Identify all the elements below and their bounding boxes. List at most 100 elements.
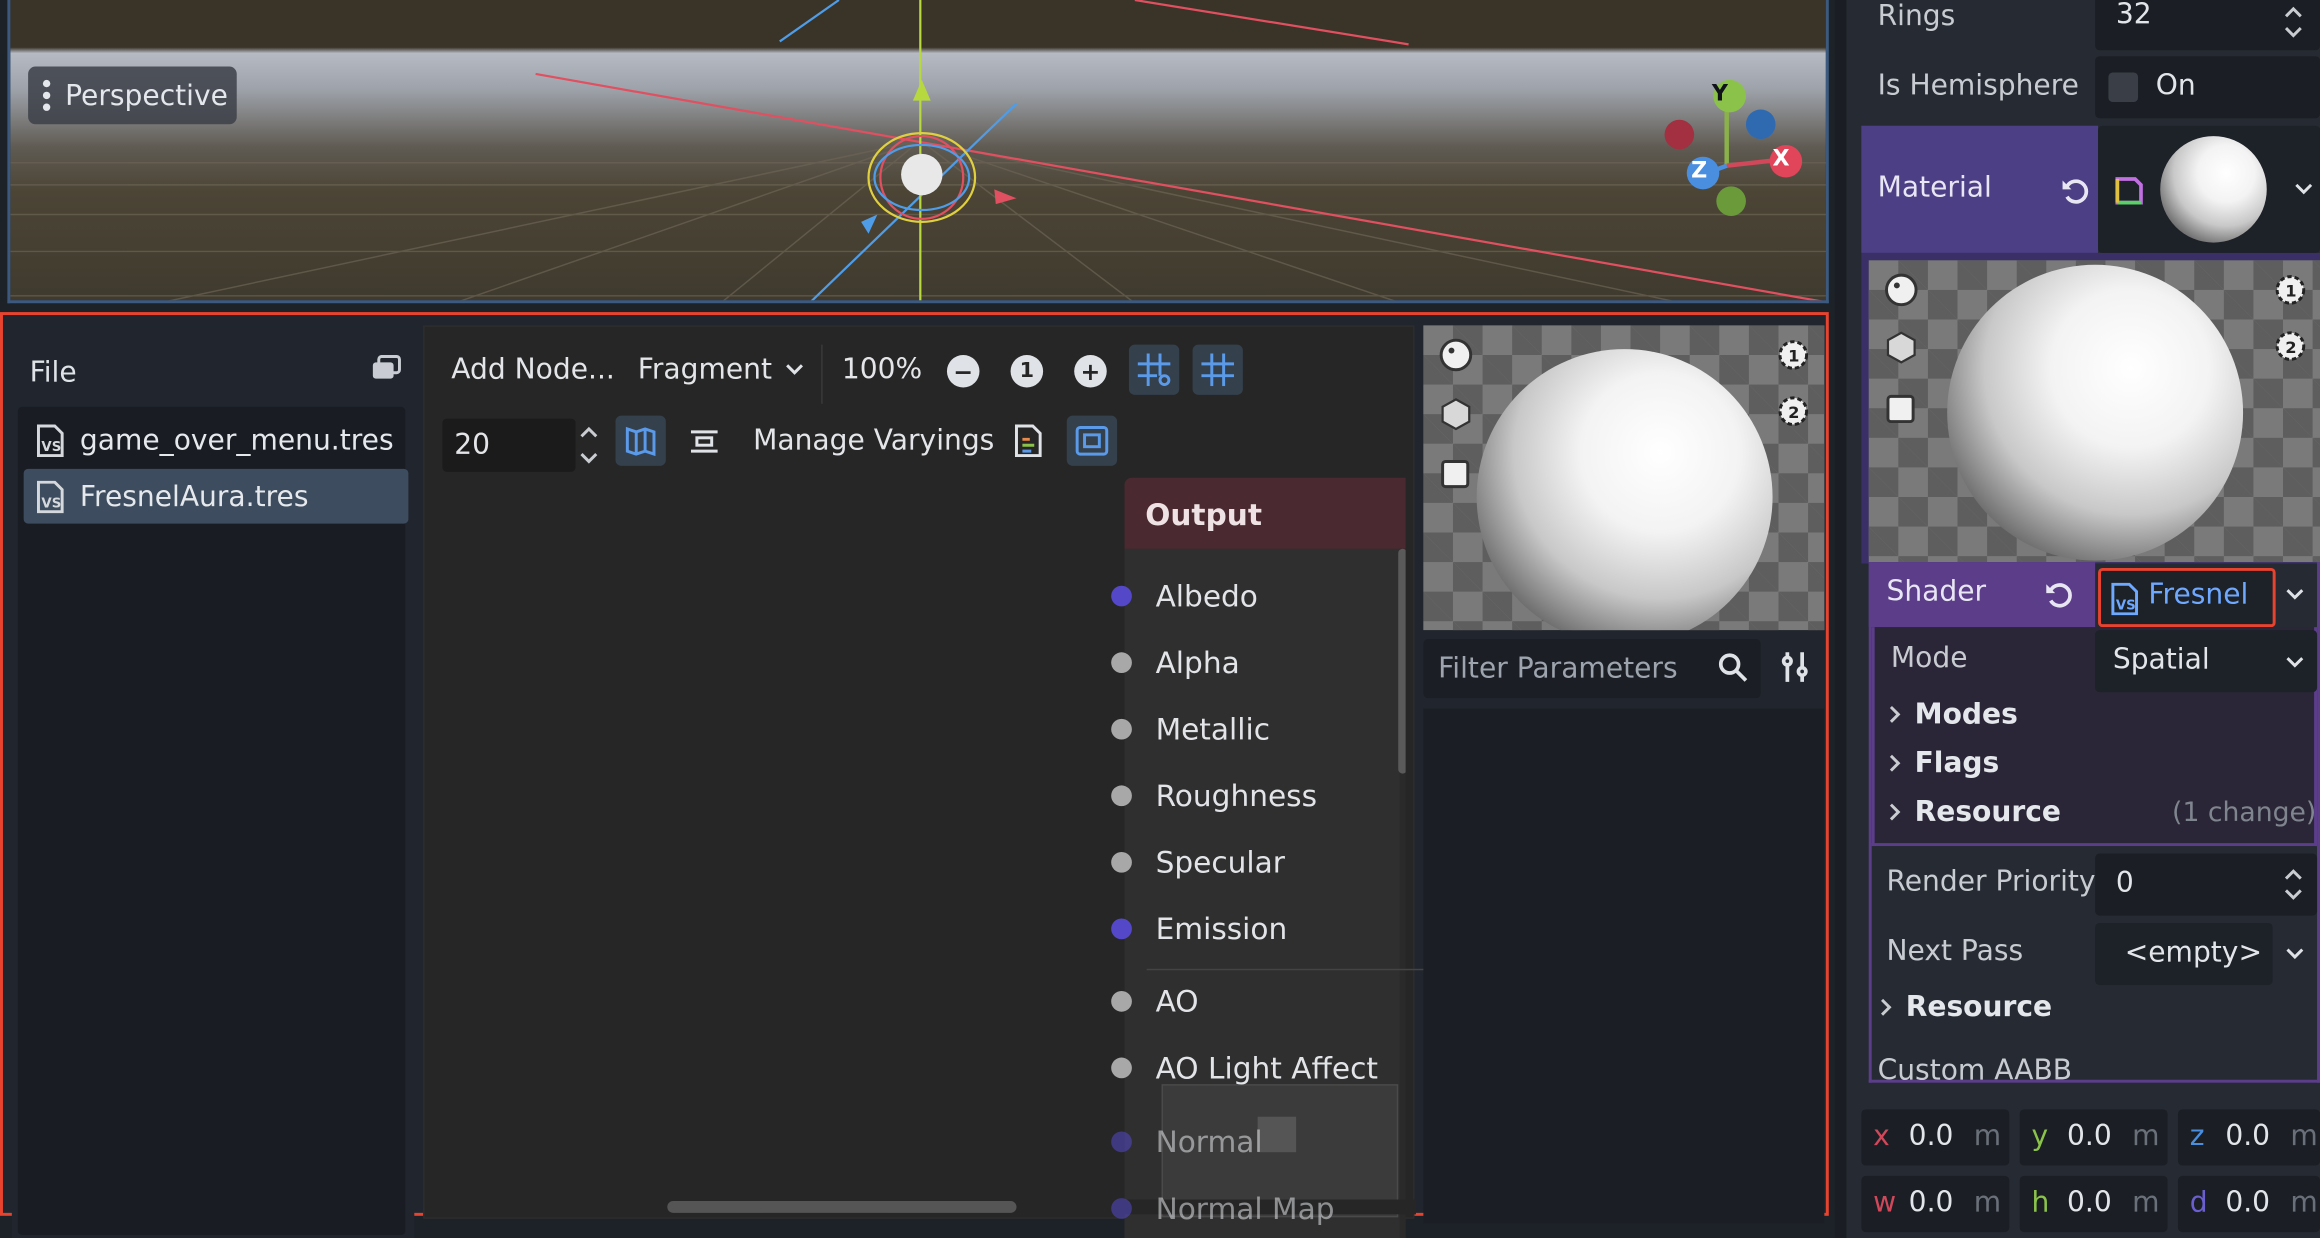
light-2-icon[interactable]: 2: [2273, 328, 2309, 363]
filter-parameters-input[interactable]: Filter Parameters: [1423, 638, 1761, 699]
shader-resource-picker[interactable]: VS Fresnel: [2098, 567, 2276, 628]
add-node-button[interactable]: Add Node...: [451, 354, 615, 387]
toggle-files-icon[interactable]: [371, 354, 401, 382]
light-1-icon[interactable]: 1: [1776, 337, 1812, 372]
spin-arrows-icon[interactable]: [577, 422, 601, 469]
port-ao[interactable]: AO: [1111, 979, 1404, 1023]
next-pass-picker[interactable]: <empty>: [2095, 922, 2273, 986]
zoom-reset-button[interactable]: 1: [1002, 346, 1052, 396]
shader-type-select[interactable]: Fragment: [638, 354, 805, 386]
is-hemisphere-label: Is Hemisphere: [1877, 69, 2079, 103]
revert-icon[interactable]: [2043, 578, 2076, 611]
svg-text:VS: VS: [41, 439, 61, 454]
port-dot[interactable]: [1111, 851, 1132, 873]
port-dot[interactable]: [1111, 990, 1132, 1012]
sphere-mesh-icon[interactable]: [1884, 272, 1920, 307]
port-roughness[interactable]: Roughness: [1111, 774, 1404, 818]
show-grid-button[interactable]: [1192, 344, 1243, 395]
material-preview-large: 1 2: [1868, 260, 2320, 563]
sphere-mesh-icon[interactable]: [1438, 337, 1474, 372]
port-label: Alpha: [1155, 644, 1240, 681]
chevron-right-icon: [1889, 803, 1901, 821]
modes-section[interactable]: Modes: [1888, 698, 2018, 731]
perspective-menu-button[interactable]: Perspective: [28, 66, 237, 125]
port-dot[interactable]: [1111, 718, 1132, 740]
light-2-icon[interactable]: 2: [1776, 393, 1812, 428]
grid-icon: [1201, 353, 1234, 387]
visual-shader-icon: VS: [2111, 582, 2139, 616]
render-priority-input[interactable]: 0: [2095, 853, 2318, 916]
chevron-down-icon[interactable]: [2285, 947, 2306, 962]
search-icon: [1718, 653, 1748, 682]
port-dot[interactable]: [1111, 785, 1132, 807]
aabb-x-input[interactable]: x 0.0 m: [1861, 1109, 2010, 1166]
chevron-down-icon: [785, 364, 803, 375]
spin-arrows-icon[interactable]: [2282, 3, 2306, 41]
port-specular[interactable]: Specular: [1111, 840, 1404, 884]
port-dot[interactable]: [1111, 1131, 1132, 1153]
port-normal[interactable]: Normal: [1111, 1120, 1404, 1164]
axis-d-label: d: [2189, 1186, 2208, 1219]
dock-separator[interactable]: [1834, 0, 1847, 1238]
shader-property[interactable]: Shader: [1868, 562, 2096, 628]
light-1-icon[interactable]: 1: [2273, 272, 2309, 307]
aabb-h-input[interactable]: h 0.0 m: [2019, 1175, 2168, 1233]
horizontal-scrollbar[interactable]: [667, 1201, 1017, 1213]
shader-resource-section[interactable]: Resource: [1888, 796, 2061, 828]
file-item-fresnel-aura[interactable]: VS FresnelAura.tres: [23, 468, 409, 524]
chevron-down-icon[interactable]: [2285, 587, 2306, 602]
aabb-w-input[interactable]: w 0.0 m: [1861, 1175, 2010, 1233]
parameter-tools-icon[interactable]: [1778, 649, 1811, 684]
toggle-preview-button[interactable]: [1066, 415, 1118, 466]
manage-varyings-button[interactable]: Manage Varyings: [753, 425, 994, 458]
shader-label: Shader: [1886, 575, 1987, 608]
show-generated-code-button[interactable]: [1003, 416, 1053, 466]
port-albedo[interactable]: Albedo: [1111, 574, 1404, 618]
quad-mesh-icon[interactable]: [1884, 390, 1920, 425]
visual-shader-file-icon: VS: [36, 479, 64, 513]
revert-icon[interactable]: [2060, 175, 2093, 208]
kebab-menu-icon: [42, 79, 51, 111]
aabb-y-input[interactable]: y 0.0 m: [2019, 1109, 2168, 1166]
3d-viewport[interactable]: Y X Z Perspective: [7, 0, 1829, 304]
chevron-right-icon: [1889, 754, 1901, 772]
minus-icon: −: [946, 354, 980, 388]
mode-select[interactable]: Spatial: [2095, 630, 2318, 693]
aabb-d-input[interactable]: d 0.0 m: [2177, 1175, 2320, 1233]
flags-section[interactable]: Flags: [1888, 747, 1999, 779]
port-alpha[interactable]: Alpha: [1111, 640, 1404, 684]
port-dot[interactable]: [1111, 585, 1132, 607]
port-emission[interactable]: Emission: [1111, 907, 1404, 951]
zoom-reset-label[interactable]: 100%: [842, 354, 922, 387]
file-menu[interactable]: File: [30, 356, 77, 389]
port-ao-light-affect[interactable]: AO Light Affect: [1111, 1046, 1404, 1090]
modes-label: Modes: [1914, 698, 2018, 731]
unit-label: m: [2132, 1119, 2160, 1153]
visual-shader-file-icon: VS: [36, 423, 64, 457]
port-normal-map[interactable]: Normal Map: [1111, 1186, 1404, 1230]
preview-sphere: [1476, 349, 1773, 631]
port-dot[interactable]: [1111, 918, 1132, 940]
material-resource-picker[interactable]: [2098, 125, 2320, 253]
zoom-out-button[interactable]: −: [938, 346, 988, 396]
box-mesh-icon[interactable]: [1884, 330, 1920, 365]
snap-toggle-button[interactable]: [1128, 344, 1180, 395]
quad-mesh-icon[interactable]: [1438, 456, 1474, 491]
minimap-toggle-button[interactable]: [615, 415, 666, 466]
one-to-one-icon: 1: [1010, 354, 1044, 388]
aabb-w-value: 0.0: [1908, 1186, 1954, 1219]
zoom-in-button[interactable]: +: [1065, 346, 1115, 396]
port-metallic[interactable]: Metallic: [1111, 707, 1404, 751]
material-property[interactable]: Material: [1861, 125, 2099, 253]
port-dot[interactable]: [1111, 1057, 1132, 1079]
aabb-z-input[interactable]: z 0.0 m: [2177, 1109, 2320, 1166]
is-hemisphere-checkbox[interactable]: On: [2095, 56, 2320, 119]
box-mesh-icon[interactable]: [1438, 396, 1474, 431]
file-item-game-over-menu[interactable]: VS game_over_menu.tres: [24, 413, 409, 468]
port-dot[interactable]: [1111, 1198, 1132, 1219]
snap-distance-input[interactable]: 20: [442, 418, 576, 472]
spin-arrows-icon[interactable]: [2282, 865, 2306, 903]
material-resource-section[interactable]: Resource: [1879, 991, 2052, 1024]
port-dot[interactable]: [1111, 652, 1132, 673]
arrange-nodes-button[interactable]: [679, 416, 729, 466]
